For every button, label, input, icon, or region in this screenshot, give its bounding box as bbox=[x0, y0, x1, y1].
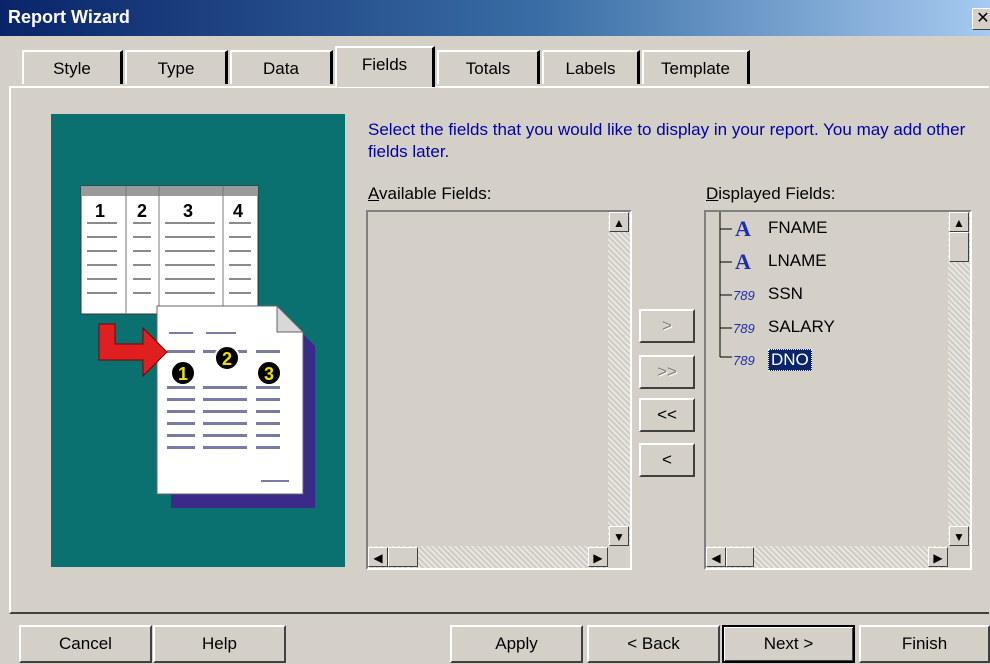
tab-data[interactable]: Data bbox=[230, 50, 333, 84]
scrollbar-thumb[interactable] bbox=[949, 232, 969, 262]
cancel-button[interactable]: Cancel bbox=[19, 625, 152, 663]
scroll-right-icon[interactable]: ▶ bbox=[588, 547, 608, 567]
svg-text:A: A bbox=[735, 250, 751, 272]
list-item[interactable]: 789 SALARY bbox=[720, 313, 835, 339]
step-number: 1 bbox=[95, 201, 105, 221]
vertical-scrollbar[interactable]: ▲ ▼ bbox=[948, 212, 970, 546]
list-item[interactable]: 789 DNO bbox=[720, 345, 812, 371]
tab-strip: Style Type Data Fields Totals Labels Tem… bbox=[0, 46, 990, 87]
available-fields-list[interactable]: ▲ ▼ ◀ ▶ bbox=[366, 210, 632, 570]
scroll-up-icon[interactable]: ▲ bbox=[609, 212, 629, 232]
instruction-text: Select the fields that you would like to… bbox=[368, 120, 966, 161]
window-title: Report Wizard bbox=[8, 7, 130, 27]
text-field-icon: A bbox=[732, 216, 758, 241]
number-field-icon: 789 bbox=[732, 283, 758, 305]
step-number: 4 bbox=[233, 201, 243, 221]
list-item[interactable]: A FNAME bbox=[720, 214, 828, 241]
step-badge: 2 bbox=[222, 349, 232, 369]
text-field-icon: A bbox=[732, 249, 758, 274]
close-button[interactable]: ✕ bbox=[972, 8, 990, 30]
remove-all-fields-button[interactable]: << bbox=[639, 398, 695, 432]
scroll-right-icon[interactable]: ▶ bbox=[928, 547, 948, 567]
svg-text:789: 789 bbox=[733, 353, 755, 368]
displayed-fields-label: Displayed Fields: bbox=[706, 184, 836, 203]
scroll-up-icon[interactable]: ▲ bbox=[949, 212, 969, 232]
vertical-scrollbar[interactable]: ▲ ▼ bbox=[608, 212, 630, 546]
list-item[interactable]: 789 SSN bbox=[720, 280, 803, 306]
add-field-button[interactable]: > bbox=[639, 309, 695, 343]
wizard-illustration: 1 2 3 4 1 2 3 bbox=[51, 114, 345, 567]
available-fields-label: Available Fields: bbox=[368, 184, 492, 203]
next-button[interactable]: Next > bbox=[722, 625, 855, 663]
svg-text:A: A bbox=[735, 217, 751, 239]
svg-text:789: 789 bbox=[733, 288, 755, 303]
finish-button[interactable]: Finish bbox=[859, 625, 990, 663]
apply-button[interactable]: Apply bbox=[450, 625, 583, 663]
scroll-left-icon[interactable]: ◀ bbox=[706, 547, 726, 567]
back-button[interactable]: < Back bbox=[587, 625, 720, 663]
step-number: 3 bbox=[183, 201, 193, 221]
step-badge: 1 bbox=[178, 364, 188, 384]
step-badge: 3 bbox=[264, 364, 274, 384]
horizontal-scrollbar[interactable]: ◀ ▶ bbox=[706, 546, 948, 568]
report-illustration-icon: 1 2 3 4 1 2 3 bbox=[80, 185, 315, 508]
scroll-down-icon[interactable]: ▼ bbox=[949, 526, 969, 546]
tab-template[interactable]: Template bbox=[642, 50, 750, 84]
displayed-fields-list[interactable]: A FNAME A LNAME 789 SSN 789 SALARY 789 D… bbox=[704, 210, 972, 570]
horizontal-scrollbar[interactable]: ◀ ▶ bbox=[368, 546, 608, 568]
add-all-fields-button[interactable]: >> bbox=[639, 355, 695, 389]
number-field-icon: 789 bbox=[732, 316, 758, 338]
tab-fields[interactable]: Fields bbox=[335, 46, 435, 87]
scrollbar-thumb[interactable] bbox=[388, 547, 418, 567]
tab-type[interactable]: Type bbox=[125, 50, 228, 84]
number-field-icon: 789 bbox=[732, 348, 758, 370]
title-bar: Report Wizard bbox=[0, 0, 990, 36]
tab-totals[interactable]: Totals bbox=[437, 50, 540, 84]
step-number: 2 bbox=[137, 201, 147, 221]
tab-labels[interactable]: Labels bbox=[542, 50, 640, 84]
help-button[interactable]: Help bbox=[153, 625, 286, 663]
scroll-left-icon[interactable]: ◀ bbox=[368, 547, 388, 567]
remove-field-button[interactable]: < bbox=[639, 443, 695, 477]
scrollbar-thumb[interactable] bbox=[726, 547, 754, 567]
svg-text:789: 789 bbox=[733, 321, 755, 336]
scroll-down-icon[interactable]: ▼ bbox=[609, 526, 629, 546]
list-item[interactable]: A LNAME bbox=[720, 247, 827, 274]
tab-style[interactable]: Style bbox=[22, 50, 123, 84]
